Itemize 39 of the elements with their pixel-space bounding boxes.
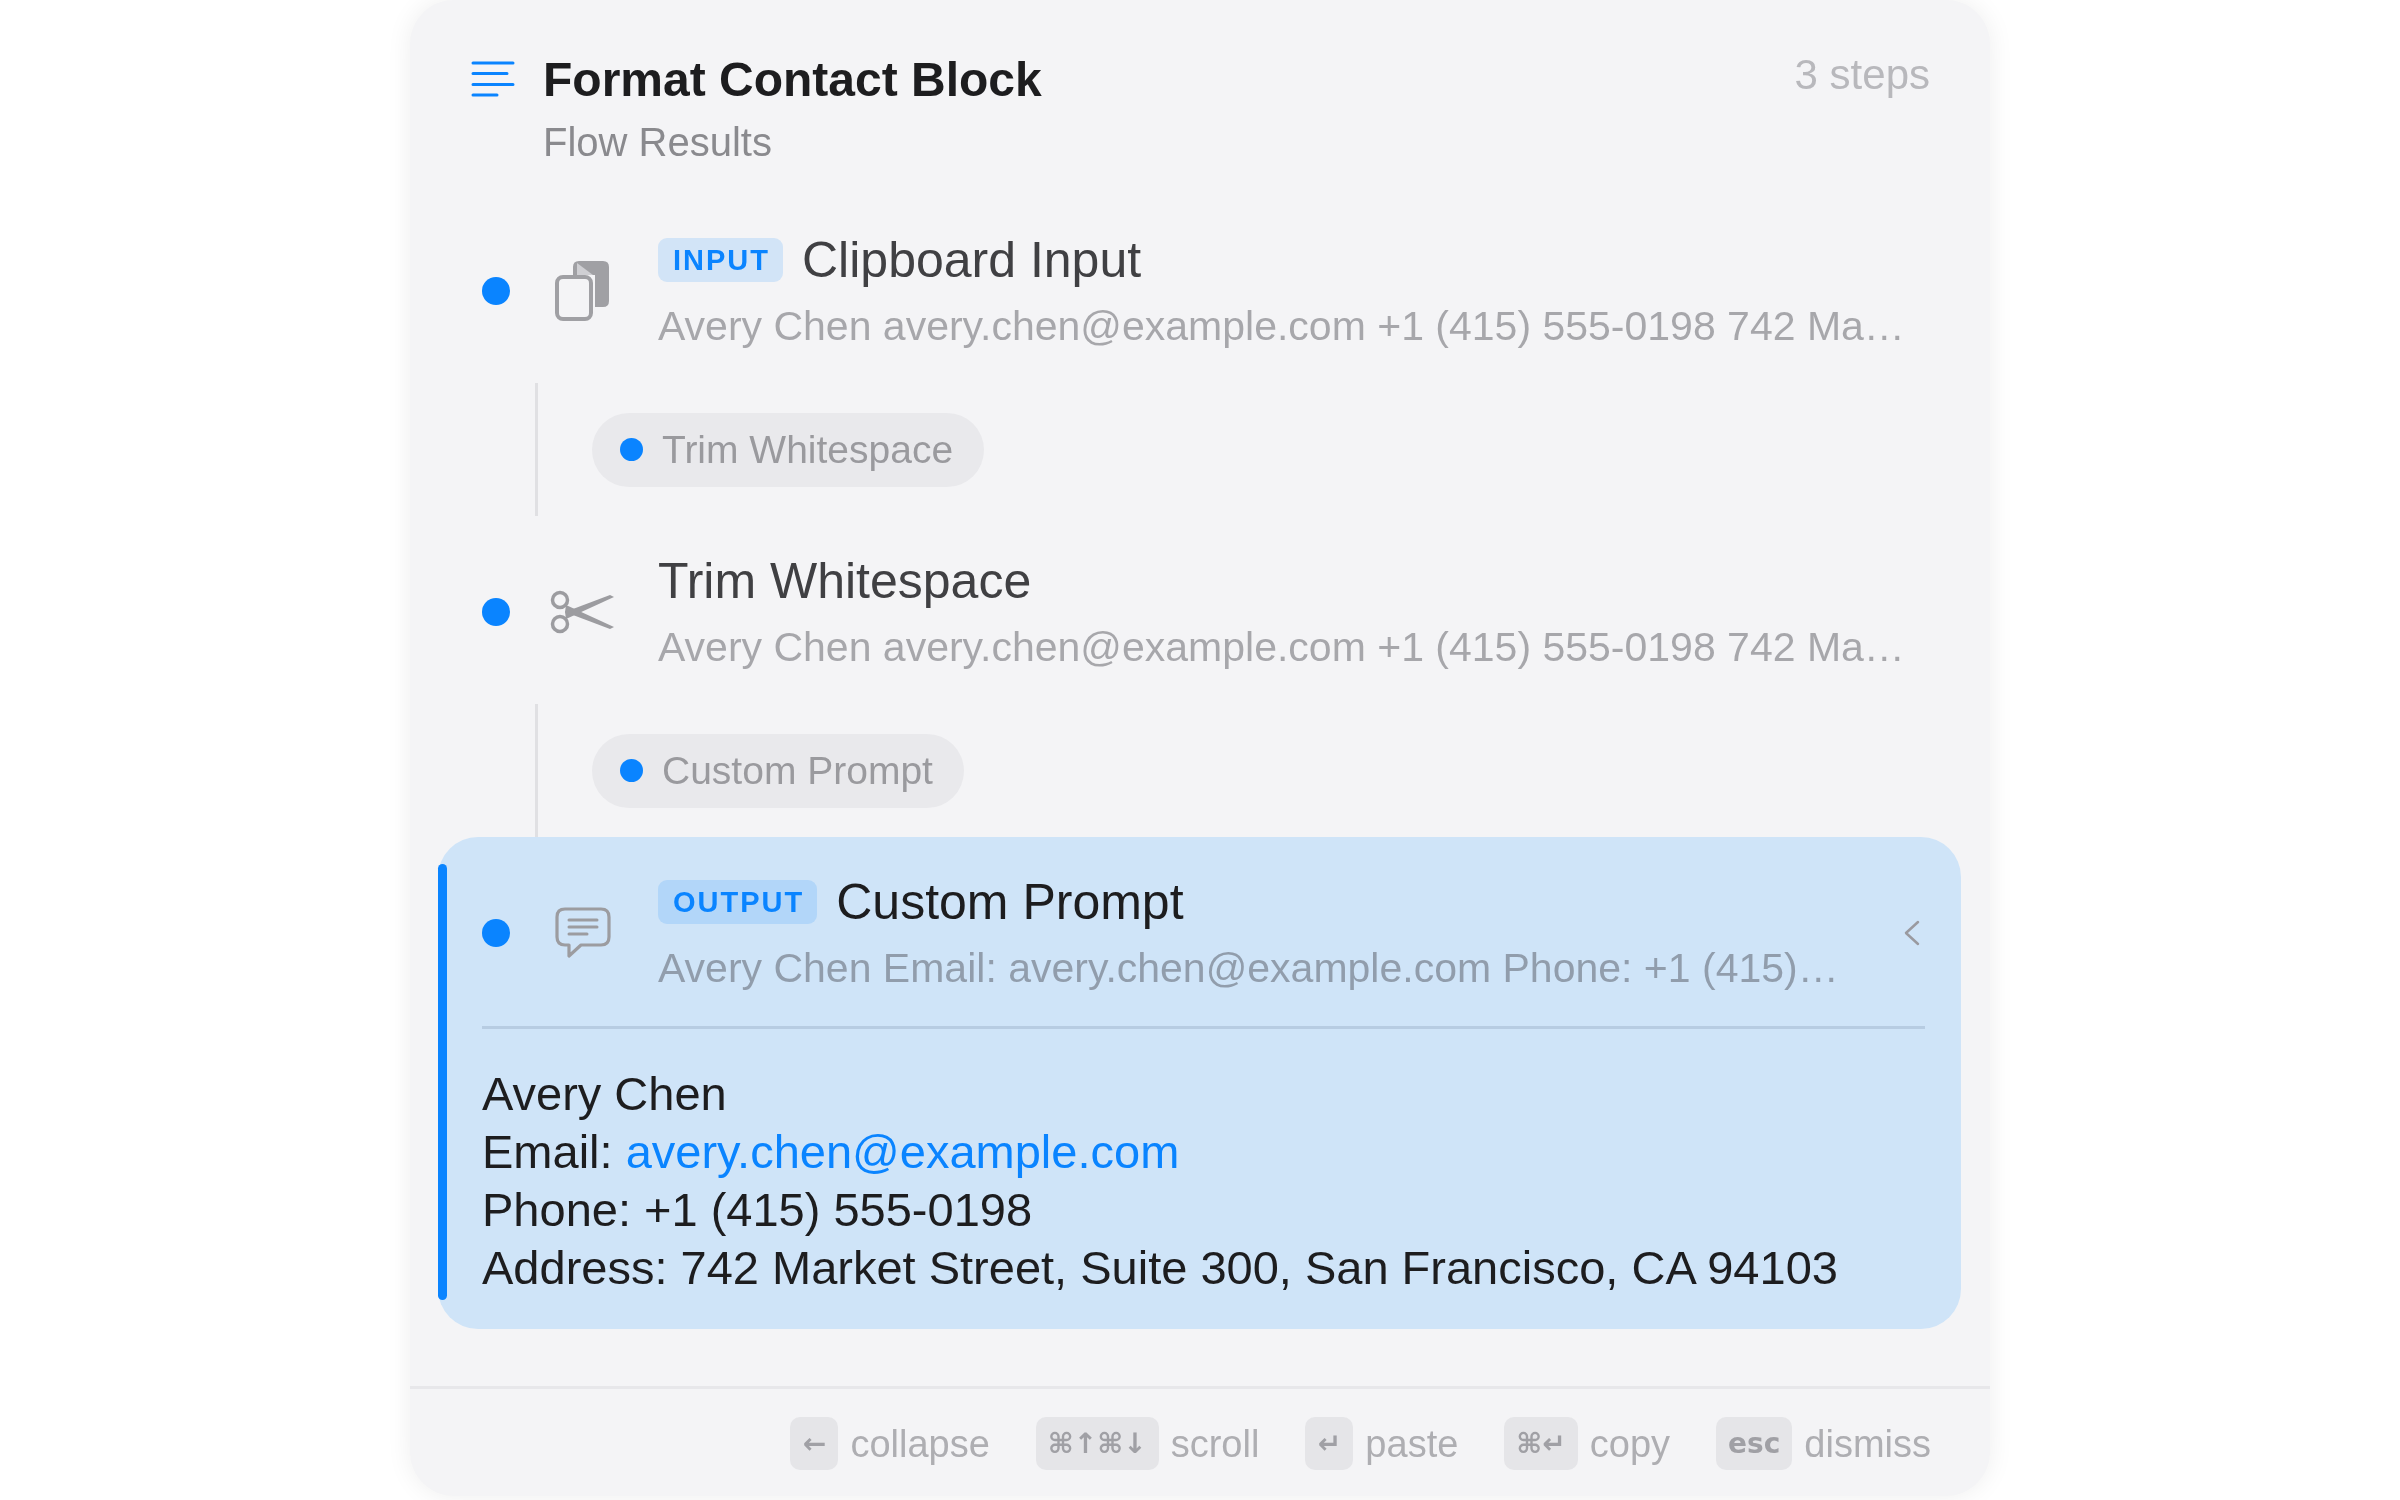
scissors-icon bbox=[550, 589, 616, 634]
shortcut-key: esc bbox=[1716, 1417, 1793, 1470]
shortcut-key: ⌘↵ bbox=[1504, 1417, 1578, 1470]
step-title: Clipboard Input bbox=[802, 231, 1142, 290]
shortcut-label: dismiss bbox=[1804, 1421, 1931, 1467]
shortcut-label: paste bbox=[1365, 1421, 1459, 1467]
type-badge: OUTPUT bbox=[658, 880, 818, 924]
type-badge: INPUT bbox=[658, 238, 783, 282]
shortcut-key: ⌘↑⌘↓ bbox=[1035, 1417, 1159, 1470]
step-preview: Avery Chen avery.chen@example.com +1 (415) 555-0198 742 Ma… bbox=[658, 623, 1906, 672]
status-dot-icon bbox=[620, 759, 643, 782]
next-step-label: Trim Whitespace bbox=[662, 426, 954, 473]
step-title: Trim Whitespace bbox=[658, 552, 1032, 611]
status-dot-icon bbox=[620, 438, 643, 461]
output-line: Address: 742 Market Street, Suite 300, San Francisco, CA 94103 bbox=[482, 1240, 1839, 1296]
status-dot-icon bbox=[482, 918, 510, 947]
panel-title: Format Contact Block bbox=[543, 52, 1043, 108]
shortcut-key: ↵ bbox=[1305, 1417, 1354, 1470]
step-row[interactable]: INPUT Clipboard Input Avery Chen avery.chen@example.com +1 (415) 555-0198 742 Ma… bbox=[438, 195, 1961, 383]
step-preview: Avery Chen avery.chen@example.com +1 (415) 555-0198 742 Ma… bbox=[658, 302, 1906, 351]
output-line: Email: avery.chen@example.com bbox=[482, 1124, 1181, 1180]
step-row[interactable]: Trim Whitespace Avery Chen avery.chen@example.com +1 (415) 555-0198 742 Ma… bbox=[438, 516, 1961, 704]
step-count: 3 steps bbox=[1794, 50, 1930, 100]
list-icon bbox=[471, 61, 515, 97]
shortcut-label: collapse bbox=[850, 1421, 990, 1467]
step-row[interactable] bbox=[438, 837, 1961, 1329]
shortcut-label: copy bbox=[1589, 1421, 1671, 1467]
step-preview: Avery Chen Email: avery.chen@example.com Phone: +1 (415)… bbox=[658, 944, 1840, 993]
panel-subtitle: Flow Results bbox=[543, 119, 773, 165]
shortcut-label: scroll bbox=[1170, 1421, 1260, 1467]
status-dot-icon bbox=[482, 276, 510, 305]
status-dot-icon bbox=[482, 597, 510, 626]
output-line: Avery Chen bbox=[482, 1066, 728, 1122]
step-title: Custom Prompt bbox=[836, 873, 1184, 932]
copy-icon bbox=[555, 260, 611, 321]
output-line: Phone: +1 (415) 555-0198 bbox=[482, 1182, 1034, 1238]
chat-bubble-icon bbox=[555, 906, 611, 959]
next-step-label: Custom Prompt bbox=[662, 747, 933, 794]
shortcut-key: ← bbox=[790, 1417, 839, 1470]
